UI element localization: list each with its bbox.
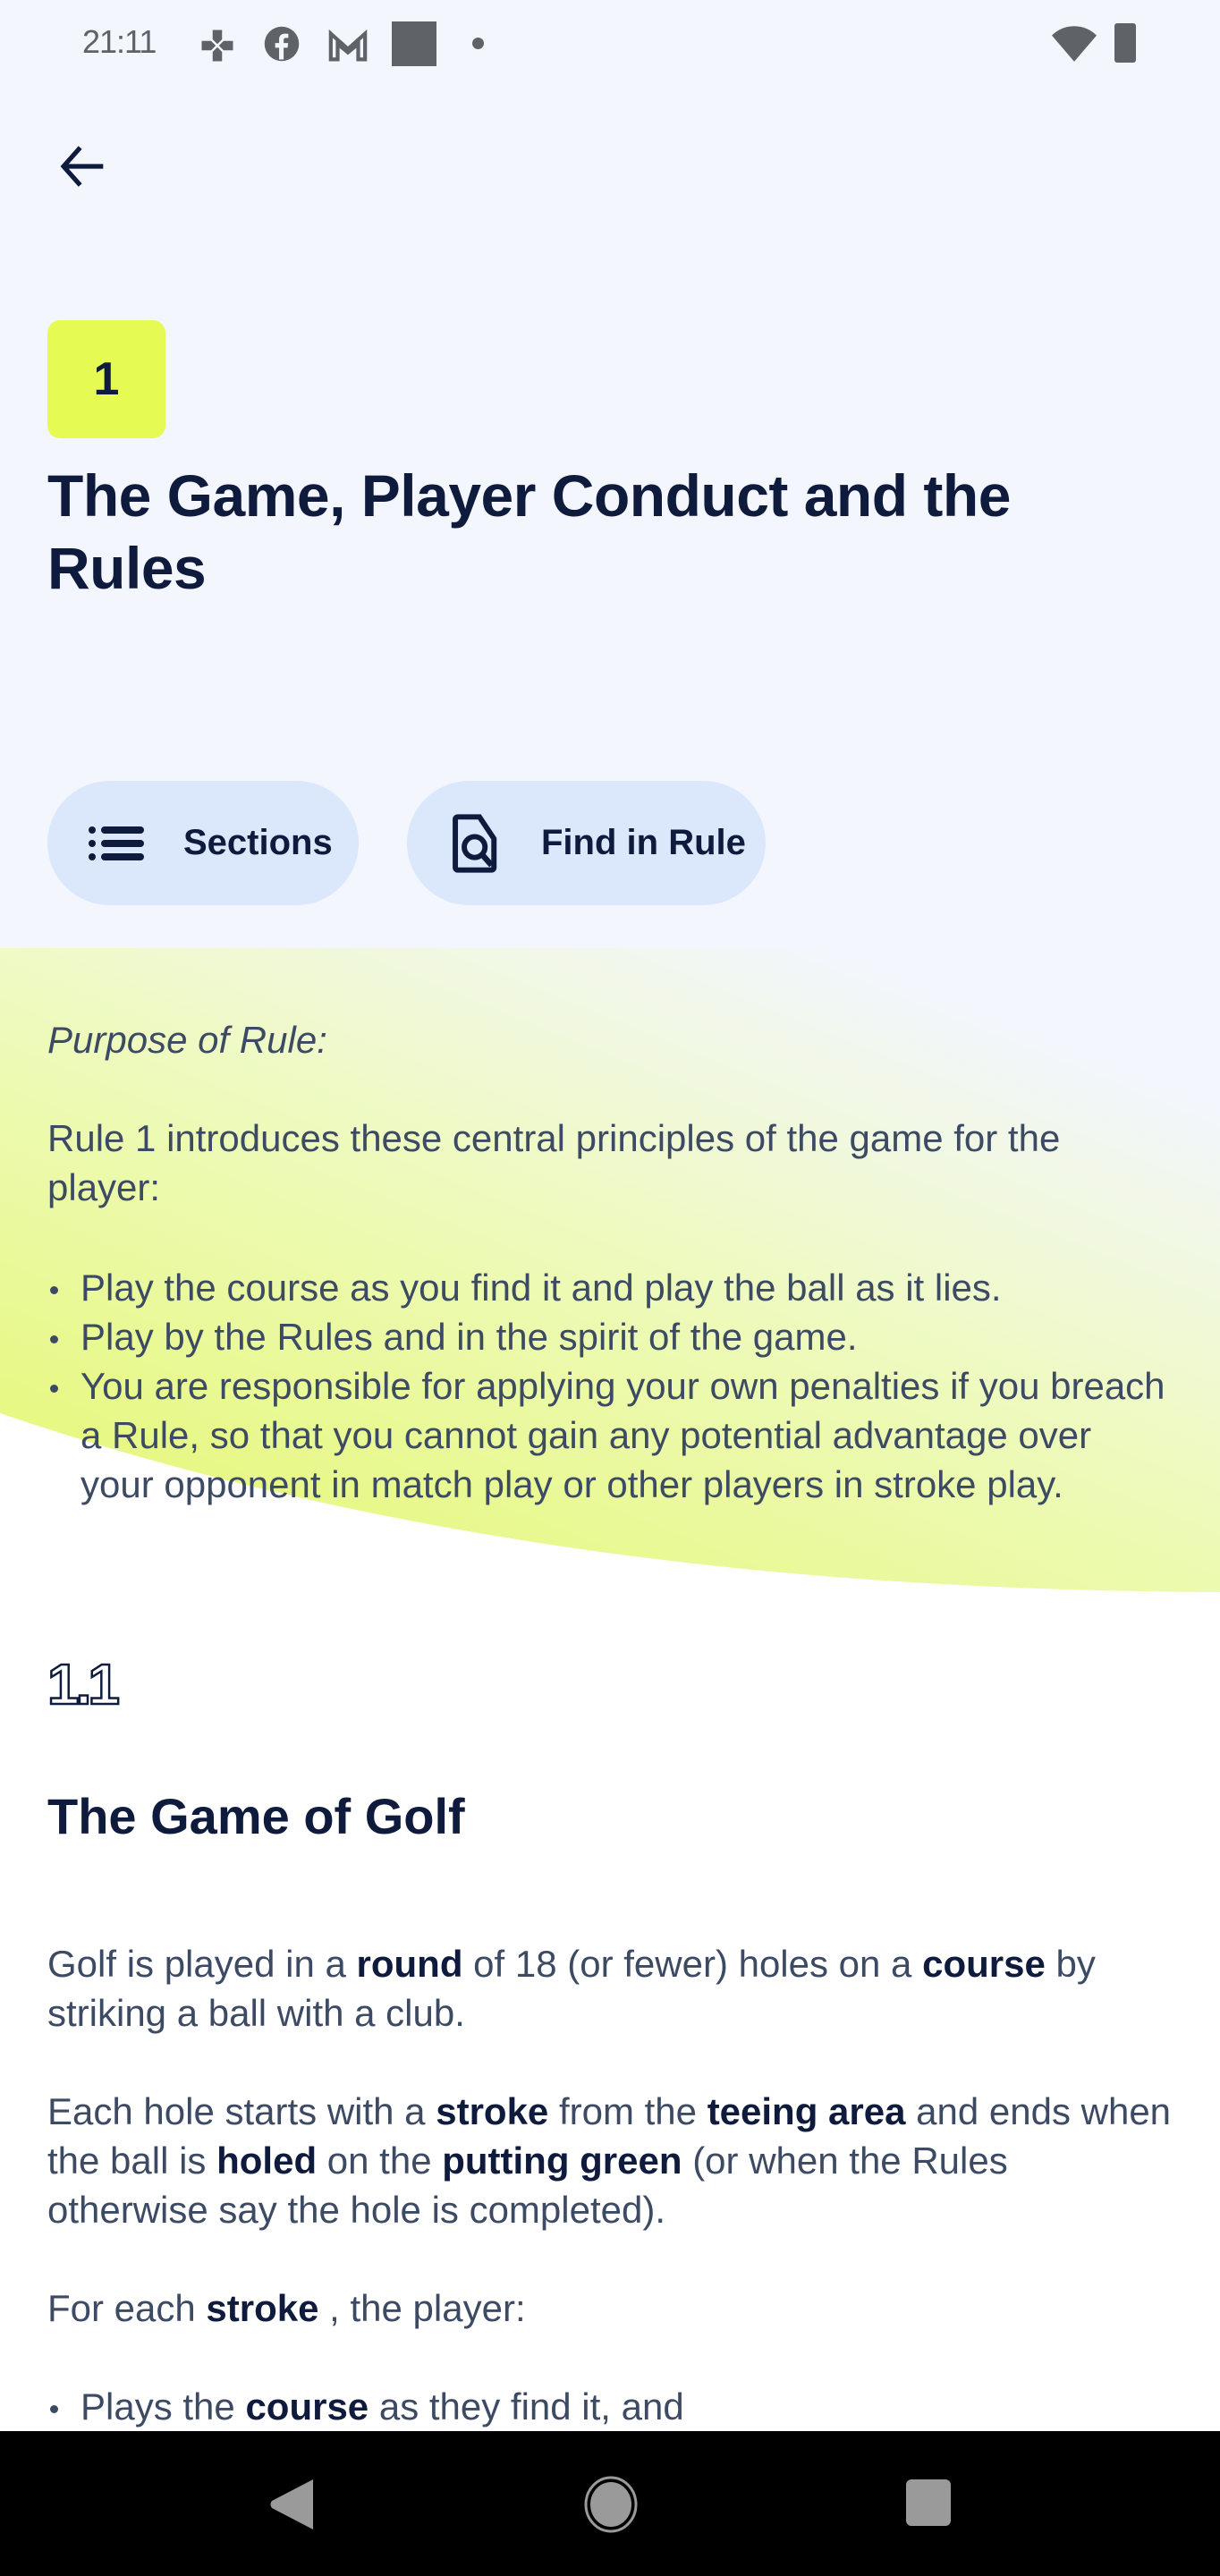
text: Plays the bbox=[80, 2385, 246, 2428]
find-in-rule-label: Find in Rule bbox=[541, 823, 746, 862]
list-item: Play by the Rules and in the spirit of t… bbox=[47, 1312, 1174, 1361]
find-in-rule-button[interactable]: Find in Rule bbox=[407, 781, 766, 905]
sections-label: Sections bbox=[183, 823, 333, 862]
rule-number-badge: 1 bbox=[47, 320, 165, 438]
document-search-icon bbox=[452, 813, 500, 874]
text: Each hole starts with a bbox=[47, 2090, 436, 2132]
text: , the player: bbox=[318, 2287, 526, 2329]
defined-term-link[interactable]: course bbox=[245, 2385, 369, 2428]
player-bullets: Plays the course as they find it, and bbox=[47, 2382, 1174, 2431]
paragraph: Each hole starts with a stroke from the … bbox=[47, 2087, 1174, 2234]
text: For each bbox=[47, 2287, 207, 2329]
purpose-label: Purpose of Rule: bbox=[47, 1019, 327, 1061]
back-button[interactable] bbox=[47, 132, 118, 204]
list-item: You are responsible for applying your ow… bbox=[47, 1361, 1174, 1509]
text: Golf is played in a bbox=[47, 1943, 357, 1985]
paragraph: For each stroke , the player: bbox=[47, 2284, 1174, 2333]
arrow-left-icon bbox=[57, 141, 107, 196]
nav-home-icon[interactable] bbox=[583, 2476, 639, 2538]
facebook-icon bbox=[263, 25, 301, 67]
text: from the bbox=[548, 2090, 707, 2132]
defined-term-link[interactable]: course bbox=[922, 1943, 1046, 1985]
paragraph: Golf is played in a round of 18 (or fewe… bbox=[47, 1939, 1174, 2038]
purpose-bullets: Play the course as you find it and play … bbox=[47, 1263, 1174, 1509]
defined-term-link[interactable]: round bbox=[357, 1943, 463, 1985]
defined-term-link[interactable]: holed bbox=[216, 2140, 317, 2182]
rule-title: The Game, Player Conduct and the Rules bbox=[47, 462, 1011, 601]
defined-term-link[interactable]: stroke bbox=[436, 2090, 548, 2132]
defined-term-link[interactable]: putting green bbox=[442, 2140, 682, 2182]
text: as they find it, and bbox=[369, 2385, 684, 2428]
game-controller-icon bbox=[199, 27, 236, 69]
status-time: 21:11 bbox=[82, 23, 157, 60]
list-icon bbox=[89, 826, 144, 861]
square-app-icon bbox=[392, 21, 436, 66]
status-bar: 21:11 bbox=[0, 0, 1220, 85]
purpose-intro: Rule 1 introduces these central principl… bbox=[47, 1117, 1061, 1208]
defined-term-link[interactable]: stroke bbox=[206, 2287, 318, 2329]
list-item: Plays the course as they find it, and bbox=[47, 2382, 1174, 2431]
gmail-icon bbox=[327, 28, 369, 68]
defined-term-link[interactable]: teeing area bbox=[707, 2090, 906, 2132]
nav-recents-icon[interactable] bbox=[906, 2479, 951, 2526]
text: on the bbox=[317, 2140, 443, 2182]
sections-button[interactable]: Sections bbox=[47, 781, 359, 905]
wifi-icon bbox=[1052, 23, 1097, 67]
battery-icon bbox=[1114, 23, 1136, 63]
list-item: Play the course as you find it and play … bbox=[47, 1263, 1174, 1312]
section-title: The Game of Golf bbox=[47, 1788, 465, 1844]
section-number: 1.1 bbox=[47, 1651, 121, 1718]
text: of 18 (or fewer) holes on a bbox=[462, 1943, 923, 1985]
nav-back-icon[interactable] bbox=[268, 2478, 315, 2536]
system-nav-bar bbox=[0, 2431, 1220, 2576]
dot-icon bbox=[472, 38, 484, 49]
